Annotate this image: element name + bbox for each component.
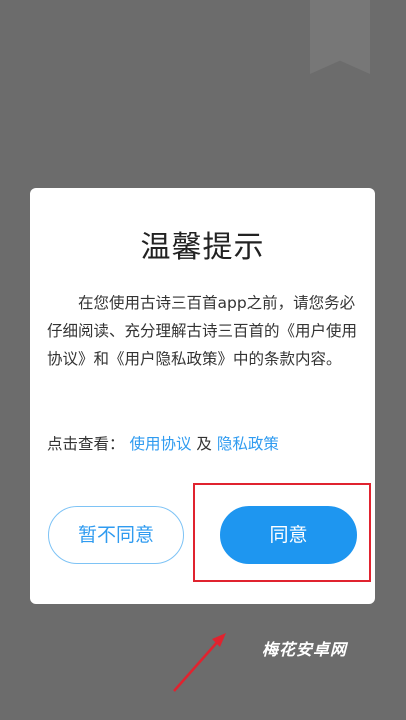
disagree-button[interactable]: 暂不同意 bbox=[48, 506, 184, 564]
bookmark-ribbon-icon bbox=[310, 0, 370, 74]
user-agreement-link[interactable]: 使用协议 bbox=[129, 435, 191, 453]
links-prefix: 点击查看： bbox=[47, 435, 125, 453]
privacy-policy-link[interactable]: 隐私政策 bbox=[217, 435, 279, 453]
highlight-annotation-box bbox=[193, 483, 371, 582]
arrow-up-right-icon bbox=[173, 633, 226, 692]
dialog-body-text: 在您使用古诗三百首app之前，请您务必仔细阅读、充分理解古诗三百首的《用户使用协… bbox=[47, 294, 358, 368]
dialog-title: 温馨提示 bbox=[140, 230, 265, 265]
watermark-text: 梅花安卓网 bbox=[262, 640, 348, 659]
links-joiner: 及 bbox=[196, 435, 212, 453]
policy-links-line: 点击查看： 使用协议 及 隐私政策 bbox=[47, 432, 279, 456]
